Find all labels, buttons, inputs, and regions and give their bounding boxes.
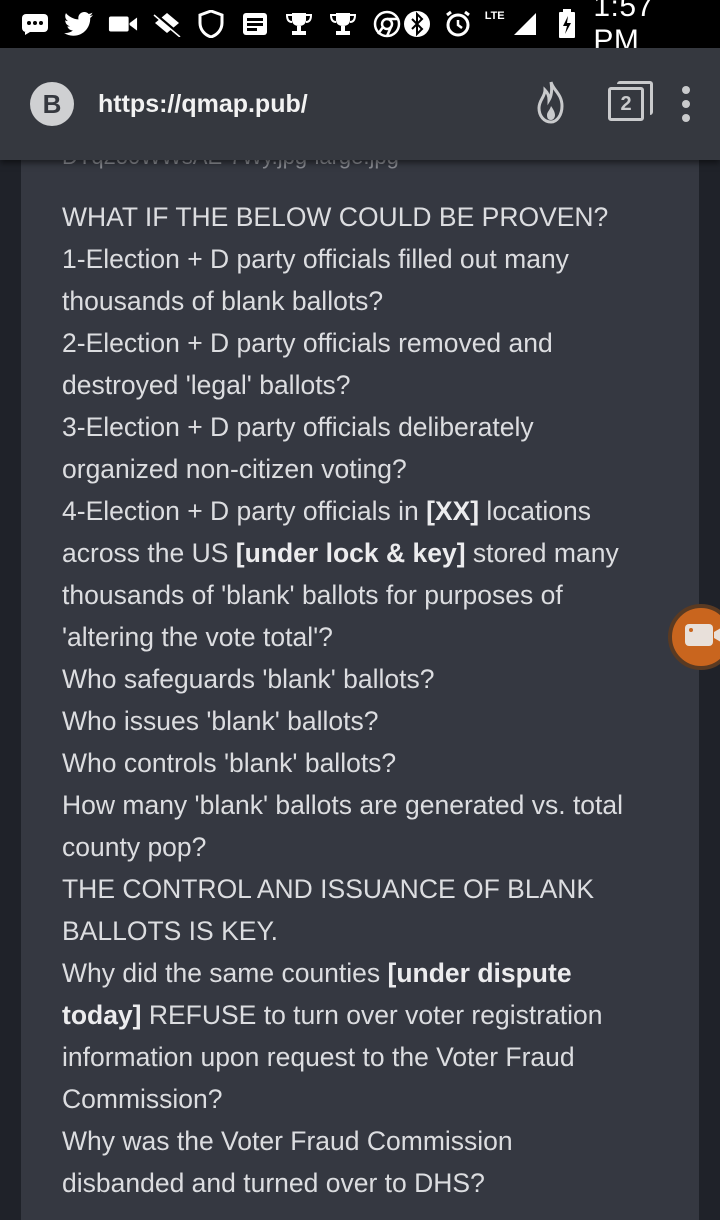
video-camera-icon (684, 622, 720, 653)
site-badge-icon[interactable]: B (30, 82, 74, 126)
post-text: WHAT IF THE BELOW COULD BE PROVEN? (62, 202, 609, 232)
post-text: Commission? (62, 1084, 223, 1114)
post-text: 3-Election + D party officials deliberat… (62, 412, 534, 442)
post-line: Who issues 'blank' ballots? (62, 700, 662, 742)
post-line: destroyed 'legal' ballots? (62, 364, 662, 406)
post-line: THE CONTROL AND ISSUANCE OF BLANK (62, 868, 662, 910)
post-line: county pop? (62, 826, 662, 868)
post-line: Who safeguards 'blank' ballots? (62, 658, 662, 700)
post-text: Who controls 'blank' ballots? (62, 748, 397, 778)
shield-icon (196, 9, 226, 39)
twitter-icon (64, 9, 94, 39)
post-line: thousands of 'blank' ballots for purpose… (62, 574, 662, 616)
chrome-icon (372, 9, 402, 39)
post-line: How many 'blank' ballots are generated v… (62, 784, 662, 826)
post-line: organized non-citizen voting? (62, 448, 662, 490)
post-text: 'altering the vote total'? (62, 622, 333, 652)
post-line: 1-Election + D party officials filled ou… (62, 238, 662, 280)
post-text: 4-Election + D party officials in (62, 496, 427, 526)
post-text: information upon request to the Voter Fr… (62, 1042, 575, 1072)
post-line: information upon request to the Voter Fr… (62, 1036, 662, 1078)
post-highlight: [under dispute (387, 958, 572, 988)
video-camera-icon (108, 9, 138, 39)
post-line: WHAT IF THE BELOW COULD BE PROVEN? (62, 196, 662, 238)
post-text: 2-Election + D party officials removed a… (62, 328, 553, 358)
post-line: disbanded and turned over to DHS? (62, 1162, 662, 1204)
post-text: 1-Election + D party officials filled ou… (62, 244, 569, 274)
post-line: thousands of blank ballots? (62, 280, 662, 322)
post-line: Commission? (62, 1078, 662, 1120)
lte-label: LTE (484, 10, 505, 22)
post-line: Why was the Voter Fraud Commission (62, 1120, 662, 1162)
post-text: thousands of 'blank' ballots for purpose… (62, 580, 563, 610)
post-highlight: [under lock & key] (235, 538, 466, 568)
post-line: 2-Election + D party officials removed a… (62, 322, 662, 364)
signal-icon (511, 9, 540, 39)
post-text: REFUSE to turn over voter registration (141, 1000, 603, 1030)
post-text: destroyed 'legal' ballots? (62, 370, 351, 400)
post-highlight: [XX] (426, 496, 480, 526)
bluetooth-icon (402, 9, 431, 39)
post-line: Why did the same counties [under dispute (62, 952, 662, 994)
post-text: thousands of blank ballots? (62, 286, 384, 316)
fire-icon[interactable] (532, 80, 570, 129)
post-text: county pop? (62, 832, 207, 862)
tabs-icon[interactable]: 2 (608, 81, 653, 121)
post-line: BALLOTS IS KEY. (62, 910, 662, 952)
post-line: 'altering the vote total'? (62, 616, 662, 658)
trophy-icon (328, 9, 358, 39)
post-line: 4-Election + D party officials in [XX] l… (62, 490, 662, 532)
post-text: Why did the same counties (62, 958, 388, 988)
post-text: Why was the Voter Fraud Commission (62, 1126, 513, 1156)
post-text: across the US (62, 538, 236, 568)
post-text: locations (479, 496, 592, 526)
post-text: How many 'blank' ballots are generated v… (62, 790, 624, 820)
cast-icon (152, 9, 182, 39)
url-field[interactable]: https://qmap.pub/ (98, 90, 308, 119)
post-text: disbanded and turned over to DHS? (62, 1168, 485, 1198)
post-line: today] REFUSE to turn over voter registr… (62, 994, 662, 1036)
post-line: Who controls 'blank' ballots? (62, 742, 662, 784)
post-text: Who safeguards 'blank' ballots? (62, 664, 435, 694)
status-bar: LTE 1:57 PM (0, 0, 720, 57)
post-body: WHAT IF THE BELOW COULD BE PROVEN? 1-Elec… (62, 196, 662, 1204)
post-line: 3-Election + D party officials deliberat… (62, 406, 662, 448)
browser-toolbar: B https://qmap.pub/ 2 (0, 48, 720, 160)
trophy-icon (284, 9, 314, 39)
battery-charging-icon (552, 9, 581, 39)
post-text: Who issues 'blank' ballots? (62, 706, 379, 736)
news-icon (240, 9, 270, 39)
post-text: BALLOTS IS KEY. (62, 916, 279, 946)
post-text: stored many (465, 538, 619, 568)
post-text: organized non-citizen voting? (62, 454, 407, 484)
post-text: THE CONTROL AND ISSUANCE OF BLANK (62, 874, 595, 904)
more-vert-icon[interactable] (682, 86, 690, 122)
messages-icon (20, 9, 50, 39)
alarm-icon (443, 9, 472, 39)
post-highlight: today] (62, 1000, 142, 1030)
post-line: across the US [under lock & key] stored … (62, 532, 662, 574)
